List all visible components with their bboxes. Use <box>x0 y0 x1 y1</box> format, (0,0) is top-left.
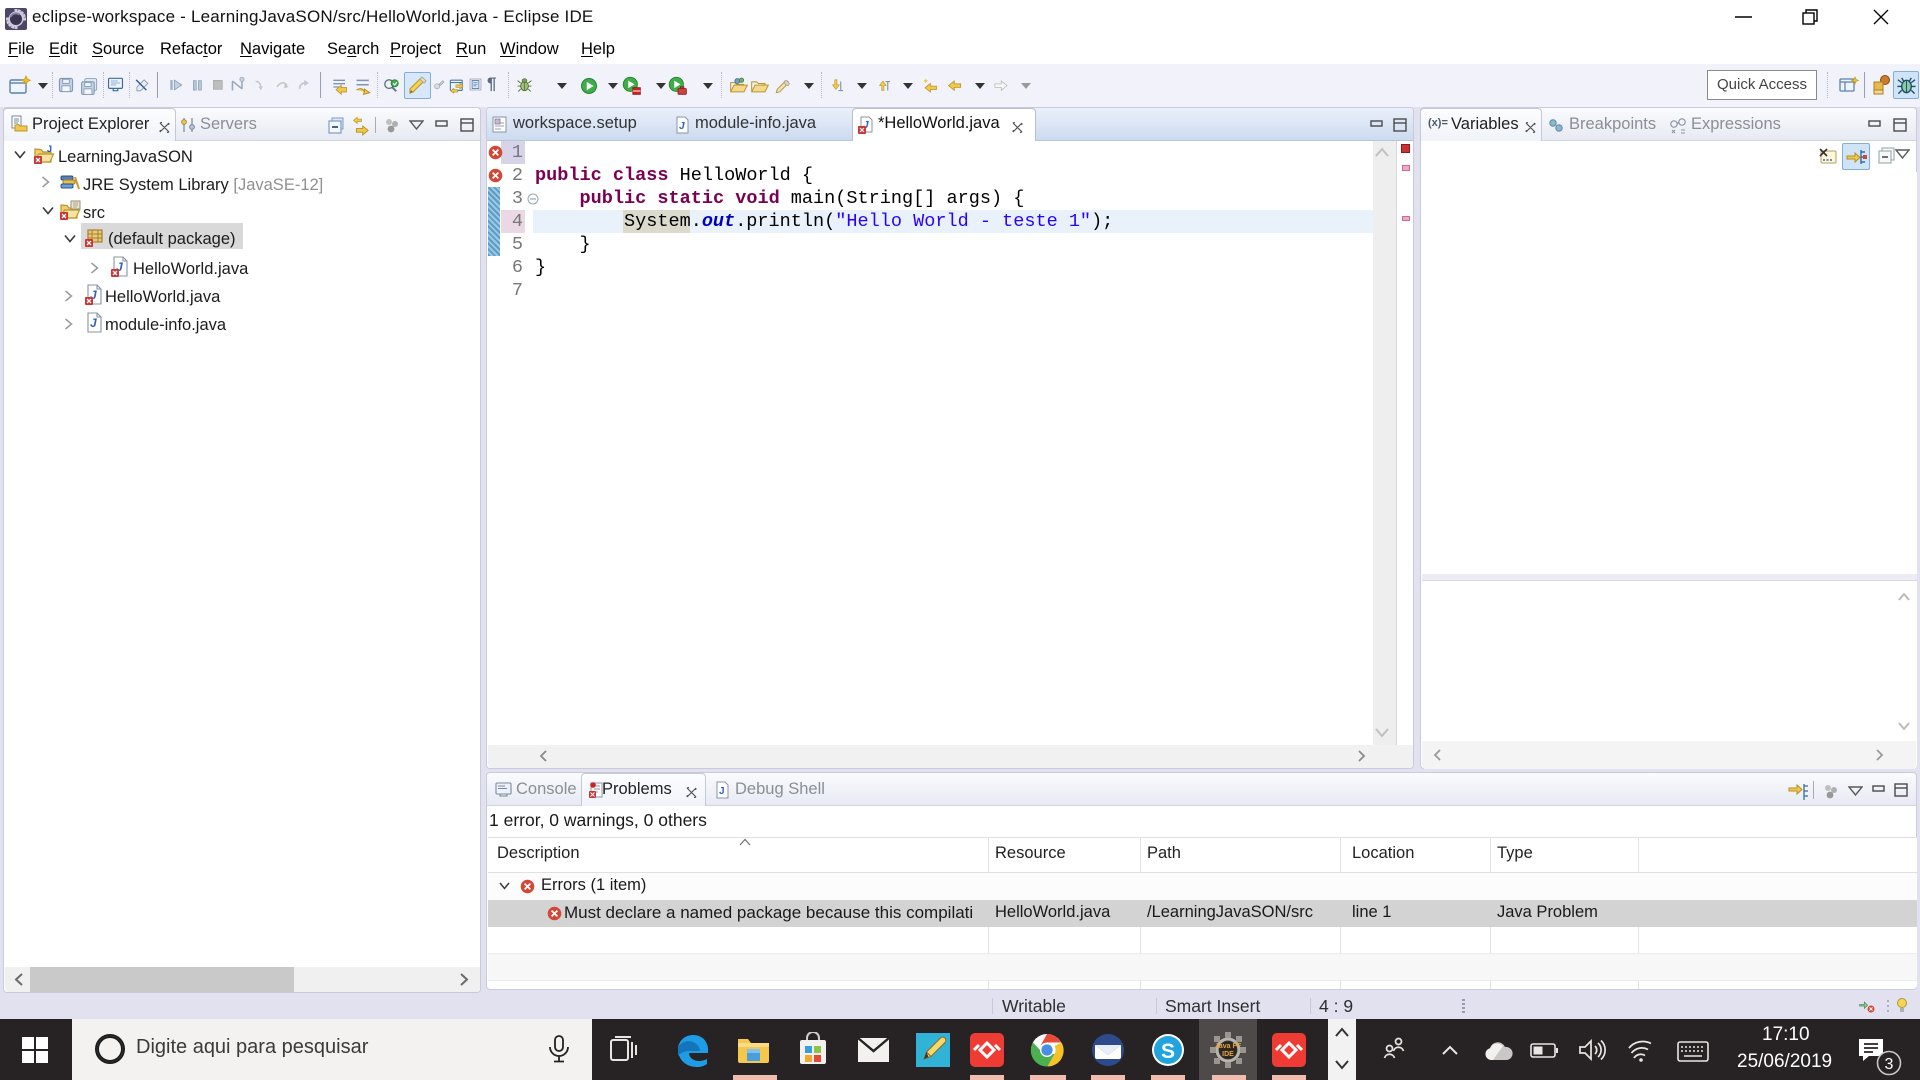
svg-text:3: 3 <box>1885 1056 1894 1073</box>
svg-text:J: J <box>719 786 725 797</box>
svg-text:Java FF: Java FF <box>1215 1043 1242 1050</box>
svg-text:S: S <box>1161 1040 1175 1063</box>
svg-text:J: J <box>90 316 97 330</box>
svg-text:J: J <box>47 144 52 154</box>
svg-text:IDE: IDE <box>1222 1051 1234 1058</box>
svg-text:J: J <box>679 121 685 132</box>
